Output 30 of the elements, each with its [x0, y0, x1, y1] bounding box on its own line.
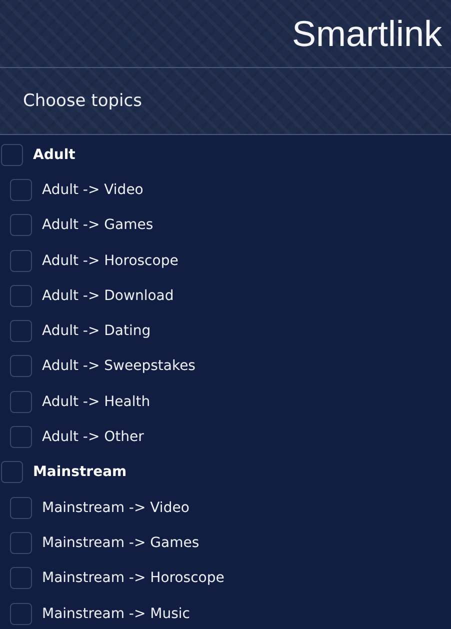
topic-label: Adult -> Horoscope	[42, 252, 178, 269]
checkbox[interactable]	[10, 567, 32, 590]
topic-label: Mainstream -> Music	[42, 606, 190, 622]
topic-label: Mainstream -> Video	[42, 500, 190, 516]
checkbox[interactable]	[10, 532, 32, 554]
topic-label: Adult -> Video	[42, 182, 144, 198]
checkbox[interactable]	[10, 250, 32, 272]
checkbox[interactable]	[10, 355, 32, 378]
topic-label: Adult -> Dating	[42, 323, 151, 340]
app-title: Smartlink	[292, 12, 442, 54]
group-label: Mainstream	[33, 464, 127, 480]
topic-label: Mainstream -> Horoscope	[42, 570, 224, 586]
topic-label: Adult -> Games	[42, 217, 154, 234]
checkbox[interactable]	[10, 390, 32, 413]
checkbox[interactable]	[10, 178, 32, 201]
checkbox[interactable]	[1, 144, 23, 166]
checkbox[interactable]	[10, 320, 32, 342]
topic-label: Adult -> Health	[42, 394, 150, 410]
topic-label: Mainstream -> Games	[42, 534, 200, 551]
group-label: Adult	[33, 146, 76, 163]
section-title: Choose topics	[23, 91, 142, 111]
topic-label: Adult -> Download	[42, 288, 174, 304]
checkbox[interactable]	[10, 496, 32, 519]
checkbox[interactable]	[10, 602, 32, 624]
checkbox[interactable]	[10, 284, 32, 307]
checkbox[interactable]	[10, 426, 32, 448]
topic-label: Adult -> Sweepstakes	[42, 358, 196, 374]
checkbox[interactable]	[10, 214, 32, 236]
topic-label: Adult -> Other	[42, 429, 144, 446]
checkbox[interactable]	[1, 461, 23, 484]
